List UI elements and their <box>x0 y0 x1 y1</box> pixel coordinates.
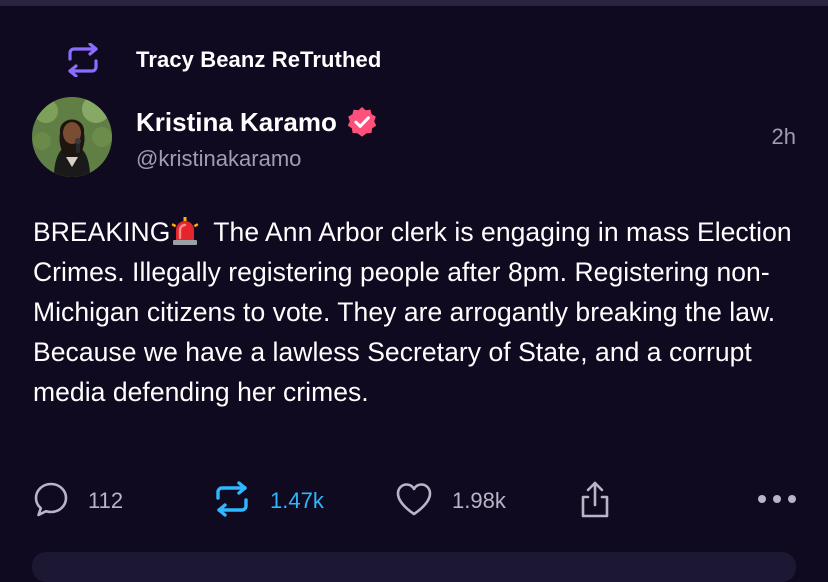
top-divider <box>0 0 828 6</box>
more-icon <box>756 492 798 510</box>
more-options-button[interactable] <box>756 478 798 524</box>
action-bar: 112 1.47k 1.98k <box>0 478 828 524</box>
reply-button[interactable]: 112 <box>32 478 123 524</box>
like-count: 1.98k <box>452 488 506 513</box>
reply-count: 112 <box>88 488 124 513</box>
post-body: BREAKING The Ann Arbor clerk is engaging… <box>33 212 793 412</box>
next-post-card[interactable] <box>32 552 796 582</box>
verified-badge-icon <box>345 105 379 139</box>
siren-emoji-icon <box>170 216 200 246</box>
retruth-count: 1.47k <box>270 488 324 513</box>
author-handle[interactable]: @kristinakaramo <box>136 146 301 172</box>
avatar[interactable] <box>32 97 112 177</box>
like-button[interactable]: 1.98k <box>394 478 506 524</box>
heart-icon <box>394 481 434 522</box>
author-name[interactable]: Kristina Karamo <box>136 107 337 138</box>
retruth-icon <box>62 40 104 80</box>
share-button[interactable] <box>578 478 612 524</box>
retruth-button[interactable]: 1.47k <box>212 478 324 524</box>
post-timestamp[interactable]: 2h <box>772 124 796 150</box>
author-name-row[interactable]: Kristina Karamo <box>136 104 379 140</box>
reply-icon <box>32 480 70 523</box>
retruth-label: Tracy Beanz ReTruthed <box>136 47 382 72</box>
share-icon <box>578 479 612 524</box>
retruth-action-icon <box>212 480 252 522</box>
post-text-breaking: BREAKING <box>33 217 171 247</box>
retruth-header[interactable]: Tracy Beanz ReTruthed <box>62 40 381 80</box>
